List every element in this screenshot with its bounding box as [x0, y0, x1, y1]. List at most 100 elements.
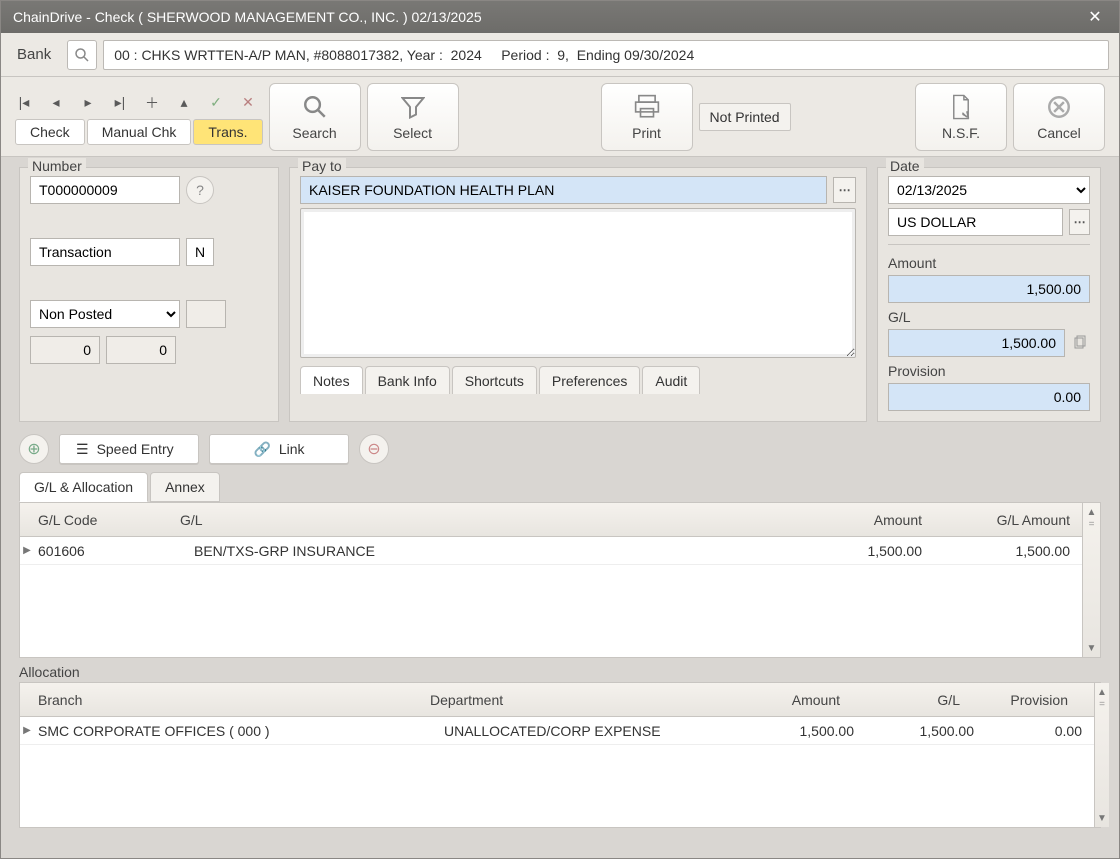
nav-next-icon[interactable]: ▸ [79, 94, 97, 112]
payto-address-textarea[interactable] [300, 208, 856, 358]
payto-lookup-button[interactable]: ⋯ [833, 177, 856, 203]
bank-row: Bank [1, 33, 1119, 77]
col-gl-amount[interactable]: G/L Amount [942, 512, 1082, 528]
nav-last-icon[interactable]: ▸| [111, 94, 129, 112]
col-gl-code[interactable]: G/L Code [20, 512, 180, 528]
tab-trans[interactable]: Trans. [193, 119, 262, 145]
tab-shortcuts[interactable]: Shortcuts [452, 366, 537, 394]
tab-bank-info[interactable]: Bank Info [365, 366, 450, 394]
allocation-legend: Allocation [1, 658, 1119, 682]
status-aux-input[interactable] [186, 300, 226, 328]
payto-legend: Pay to [298, 158, 346, 174]
amount-input[interactable] [888, 275, 1090, 303]
bank-input[interactable] [103, 40, 1109, 70]
cancel-icon [1045, 93, 1073, 121]
plus-icon: ⊕ [27, 439, 40, 459]
tab-preferences[interactable]: Preferences [539, 366, 640, 394]
col-alloc-gl[interactable]: G/L [850, 692, 970, 708]
search-button[interactable]: Search [269, 83, 361, 151]
document-icon [947, 93, 975, 121]
date-select[interactable]: 02/13/2025 [888, 176, 1090, 204]
row-expand-icon[interactable]: ▶ [20, 725, 34, 736]
scroll-up-icon[interactable]: ▲ [1085, 505, 1099, 519]
transaction-flag-input[interactable] [186, 238, 214, 266]
select-button[interactable]: Select [367, 83, 459, 151]
table-row[interactable]: ▶ 601606 BEN/TXS-GRP INSURANCE 1,500.00 … [20, 537, 1082, 565]
bank-search-button[interactable] [67, 40, 97, 70]
cell-department: UNALLOCATED/CORP EXPENSE [444, 723, 734, 739]
scroll-down-icon[interactable]: ▼ [1095, 811, 1109, 825]
transaction-input[interactable] [30, 238, 180, 266]
titlebar: ChainDrive - Check ( SHERWOOD MANAGEMENT… [1, 1, 1119, 33]
count2-input [106, 336, 176, 364]
link-icon: 🔗 [253, 441, 270, 458]
currency-input[interactable] [888, 208, 1063, 236]
cell-gl-desc: BEN/TXS-GRP INSURANCE [194, 543, 762, 559]
gl-grid: G/L Code G/L Amount G/L Amount ▶ 601606 … [19, 502, 1101, 658]
app-window: ChainDrive - Check ( SHERWOOD MANAGEMENT… [0, 0, 1120, 859]
number-legend: Number [28, 158, 86, 174]
status-select[interactable]: Non Posted [30, 300, 180, 328]
cell-branch: SMC CORPORATE OFFICES ( 000 ) [34, 723, 444, 739]
link-button[interactable]: 🔗 Link [209, 434, 349, 464]
payto-input[interactable] [300, 176, 827, 204]
date-legend: Date [886, 158, 924, 174]
row-expand-icon[interactable]: ▶ [20, 545, 34, 556]
provision-input[interactable] [888, 383, 1090, 411]
scroll-grip-icon: = [1089, 519, 1095, 530]
speed-entry-button[interactable]: ☰ Speed Entry [59, 434, 199, 464]
not-printed-button[interactable]: Not Printed [699, 103, 791, 131]
cancel-button-label: Cancel [1037, 125, 1081, 141]
nsf-button[interactable]: N.S.F. [915, 83, 1007, 151]
tab-audit[interactable]: Audit [642, 366, 700, 394]
search-button-label: Search [292, 125, 336, 141]
col-gl[interactable]: G/L [180, 512, 762, 528]
provision-label: Provision [888, 363, 1090, 379]
count1-input [30, 336, 100, 364]
magnifier-icon [301, 93, 329, 121]
scroll-down-icon[interactable]: ▼ [1085, 641, 1099, 655]
payto-fieldset: Pay to ⋯ Notes Bank Info Shortcuts Prefe… [289, 167, 867, 422]
scroll-up-icon[interactable]: ▲ [1095, 685, 1109, 699]
print-button[interactable]: Print [601, 83, 693, 151]
col-branch[interactable]: Branch [20, 692, 430, 708]
col-alloc-provision[interactable]: Provision [970, 692, 1080, 708]
date-fieldset: Date 02/13/2025 ⋯ Amount G/L Provision [877, 167, 1101, 422]
tab-manual-chk[interactable]: Manual Chk [87, 119, 192, 145]
cell-amount: 1,500.00 [762, 543, 942, 559]
remove-row-button[interactable]: ⊖ [359, 434, 389, 464]
nav-add-icon[interactable]: ＋ [143, 94, 161, 112]
nav-prev-icon[interactable]: ◂ [47, 94, 65, 112]
print-button-label: Print [632, 125, 661, 141]
main-toolbar: |◂ ◂ ▸ ▸| ＋ ▴ ✓ ✕ Check Manual Chk Trans… [1, 77, 1119, 157]
add-row-button[interactable]: ⊕ [19, 434, 49, 464]
cell-alloc-amount: 1,500.00 [734, 723, 864, 739]
col-department[interactable]: Department [430, 692, 720, 708]
nav-cancel-icon[interactable]: ✕ [239, 94, 257, 112]
col-alloc-amount[interactable]: Amount [720, 692, 850, 708]
number-input[interactable] [30, 176, 180, 204]
table-row[interactable]: ▶ SMC CORPORATE OFFICES ( 000 ) UNALLOCA… [20, 717, 1094, 745]
close-icon[interactable]: ✕ [1079, 5, 1111, 29]
bank-label: Bank [17, 46, 51, 63]
tab-gl-allocation[interactable]: G/L & Allocation [19, 472, 148, 502]
alloc-scrollbar[interactable]: ▲ = ▼ [1094, 683, 1109, 827]
cell-alloc-provision: 0.00 [984, 723, 1094, 739]
tab-check[interactable]: Check [15, 119, 85, 145]
gl-scrollbar[interactable]: ▲ = ▼ [1082, 503, 1100, 657]
nav-confirm-icon[interactable]: ✓ [207, 94, 225, 112]
nav-first-icon[interactable]: |◂ [15, 94, 33, 112]
gl-input[interactable] [888, 329, 1065, 357]
select-button-label: Select [393, 125, 432, 141]
gl-copy-button[interactable] [1071, 332, 1090, 354]
tab-annex[interactable]: Annex [150, 472, 220, 502]
gl-label: G/L [888, 309, 1090, 325]
tab-notes[interactable]: Notes [300, 366, 363, 394]
currency-lookup-button[interactable]: ⋯ [1069, 209, 1090, 235]
cell-alloc-gl: 1,500.00 [864, 723, 984, 739]
nav-up-icon[interactable]: ▴ [175, 94, 193, 112]
gl-tabs: G/L & Allocation Annex [1, 472, 1119, 502]
number-help-button[interactable]: ? [186, 176, 214, 204]
cancel-button[interactable]: Cancel [1013, 83, 1105, 151]
col-amount[interactable]: Amount [762, 512, 942, 528]
